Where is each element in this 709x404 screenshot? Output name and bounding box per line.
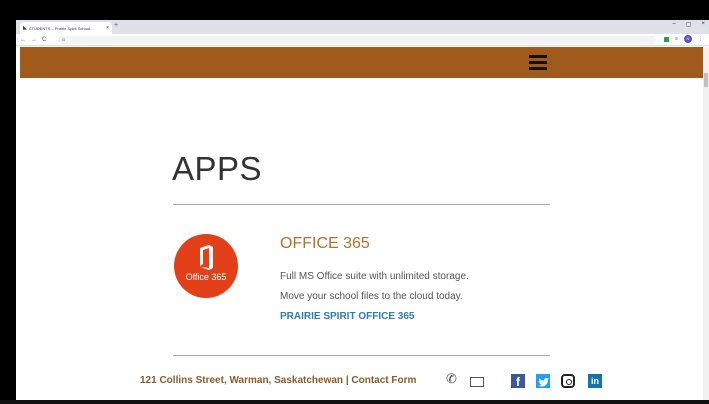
tab-title: STUDENTS – Prairie Spirit School… <box>28 25 94 31</box>
browser-window: ◣ STUDENTS – Prairie Spirit School… × + … <box>16 20 709 400</box>
page-scrollbar[interactable] <box>703 47 709 400</box>
screen: ◣ STUDENTS – Prairie Spirit School… × + … <box>0 0 709 404</box>
maximize-button[interactable]: ▢ <box>686 21 692 28</box>
tab-close-icon[interactable]: × <box>106 25 109 31</box>
twitter-icon[interactable] <box>536 374 550 388</box>
tab-students[interactable]: ◣ STUDENTS – Prairie Spirit School… × <box>20 22 112 34</box>
phone-icon[interactable]: ✆ <box>446 371 457 387</box>
favicon-icon: ◣ <box>23 25 27 31</box>
mail-icon[interactable] <box>470 377 484 387</box>
linkedin-icon[interactable]: in <box>588 374 602 388</box>
page-title: APPS <box>172 150 263 187</box>
hamburger-menu-icon[interactable] <box>529 55 547 70</box>
close-window-button[interactable]: × <box>701 21 705 28</box>
toolbar-extensions: ≡ N ⋮ <box>664 35 703 43</box>
os-taskbar <box>0 400 709 404</box>
divider-top <box>173 204 550 205</box>
office-365-logo[interactable]: Office 365 <box>174 234 238 298</box>
extension-icon[interactable] <box>664 36 670 42</box>
office-logo-label: Office 365 <box>185 272 227 282</box>
address-text: G <box>62 37 66 42</box>
new-tab-button[interactable]: + <box>114 22 118 29</box>
window-controls: – ▢ × <box>672 21 705 28</box>
reload-button[interactable]: C <box>42 37 46 43</box>
forward-button[interactable]: → <box>31 37 37 43</box>
browser-toolbar: ← → C G ≡ N ⋮ <box>16 34 709 46</box>
app-title-office365[interactable]: OFFICE 365 <box>280 235 370 253</box>
web-page: APPS Office 365 OFFICE 365 Full MS Offic… <box>16 47 709 400</box>
menu-dots-icon[interactable]: ⋮ <box>698 36 703 42</box>
facebook-icon[interactable]: f <box>511 374 525 389</box>
profile-avatar[interactable]: N <box>684 35 692 43</box>
back-button[interactable]: ← <box>20 37 26 43</box>
site-header <box>20 47 703 78</box>
app-description-line1: Full MS Office suite with unlimited stor… <box>280 271 469 282</box>
tab-strip: ◣ STUDENTS – Prairie Spirit School… × + … <box>16 20 709 34</box>
divider-bottom <box>173 355 550 356</box>
app-description-line2: Move your school files to the cloud toda… <box>280 291 463 302</box>
reading-list-icon[interactable]: ≡ <box>675 36 678 42</box>
address-bar[interactable]: G <box>58 36 656 44</box>
footer-address[interactable]: 121 Collins Street, Warman, Saskatchewan… <box>140 375 416 386</box>
prairie-spirit-office365-link[interactable]: PRAIRIE SPIRIT OFFICE 365 <box>280 311 414 322</box>
minimize-button[interactable]: – <box>672 21 675 28</box>
office-door-icon <box>200 245 213 270</box>
instagram-icon[interactable] <box>561 374 575 388</box>
scrollbar-thumb[interactable] <box>704 73 708 87</box>
